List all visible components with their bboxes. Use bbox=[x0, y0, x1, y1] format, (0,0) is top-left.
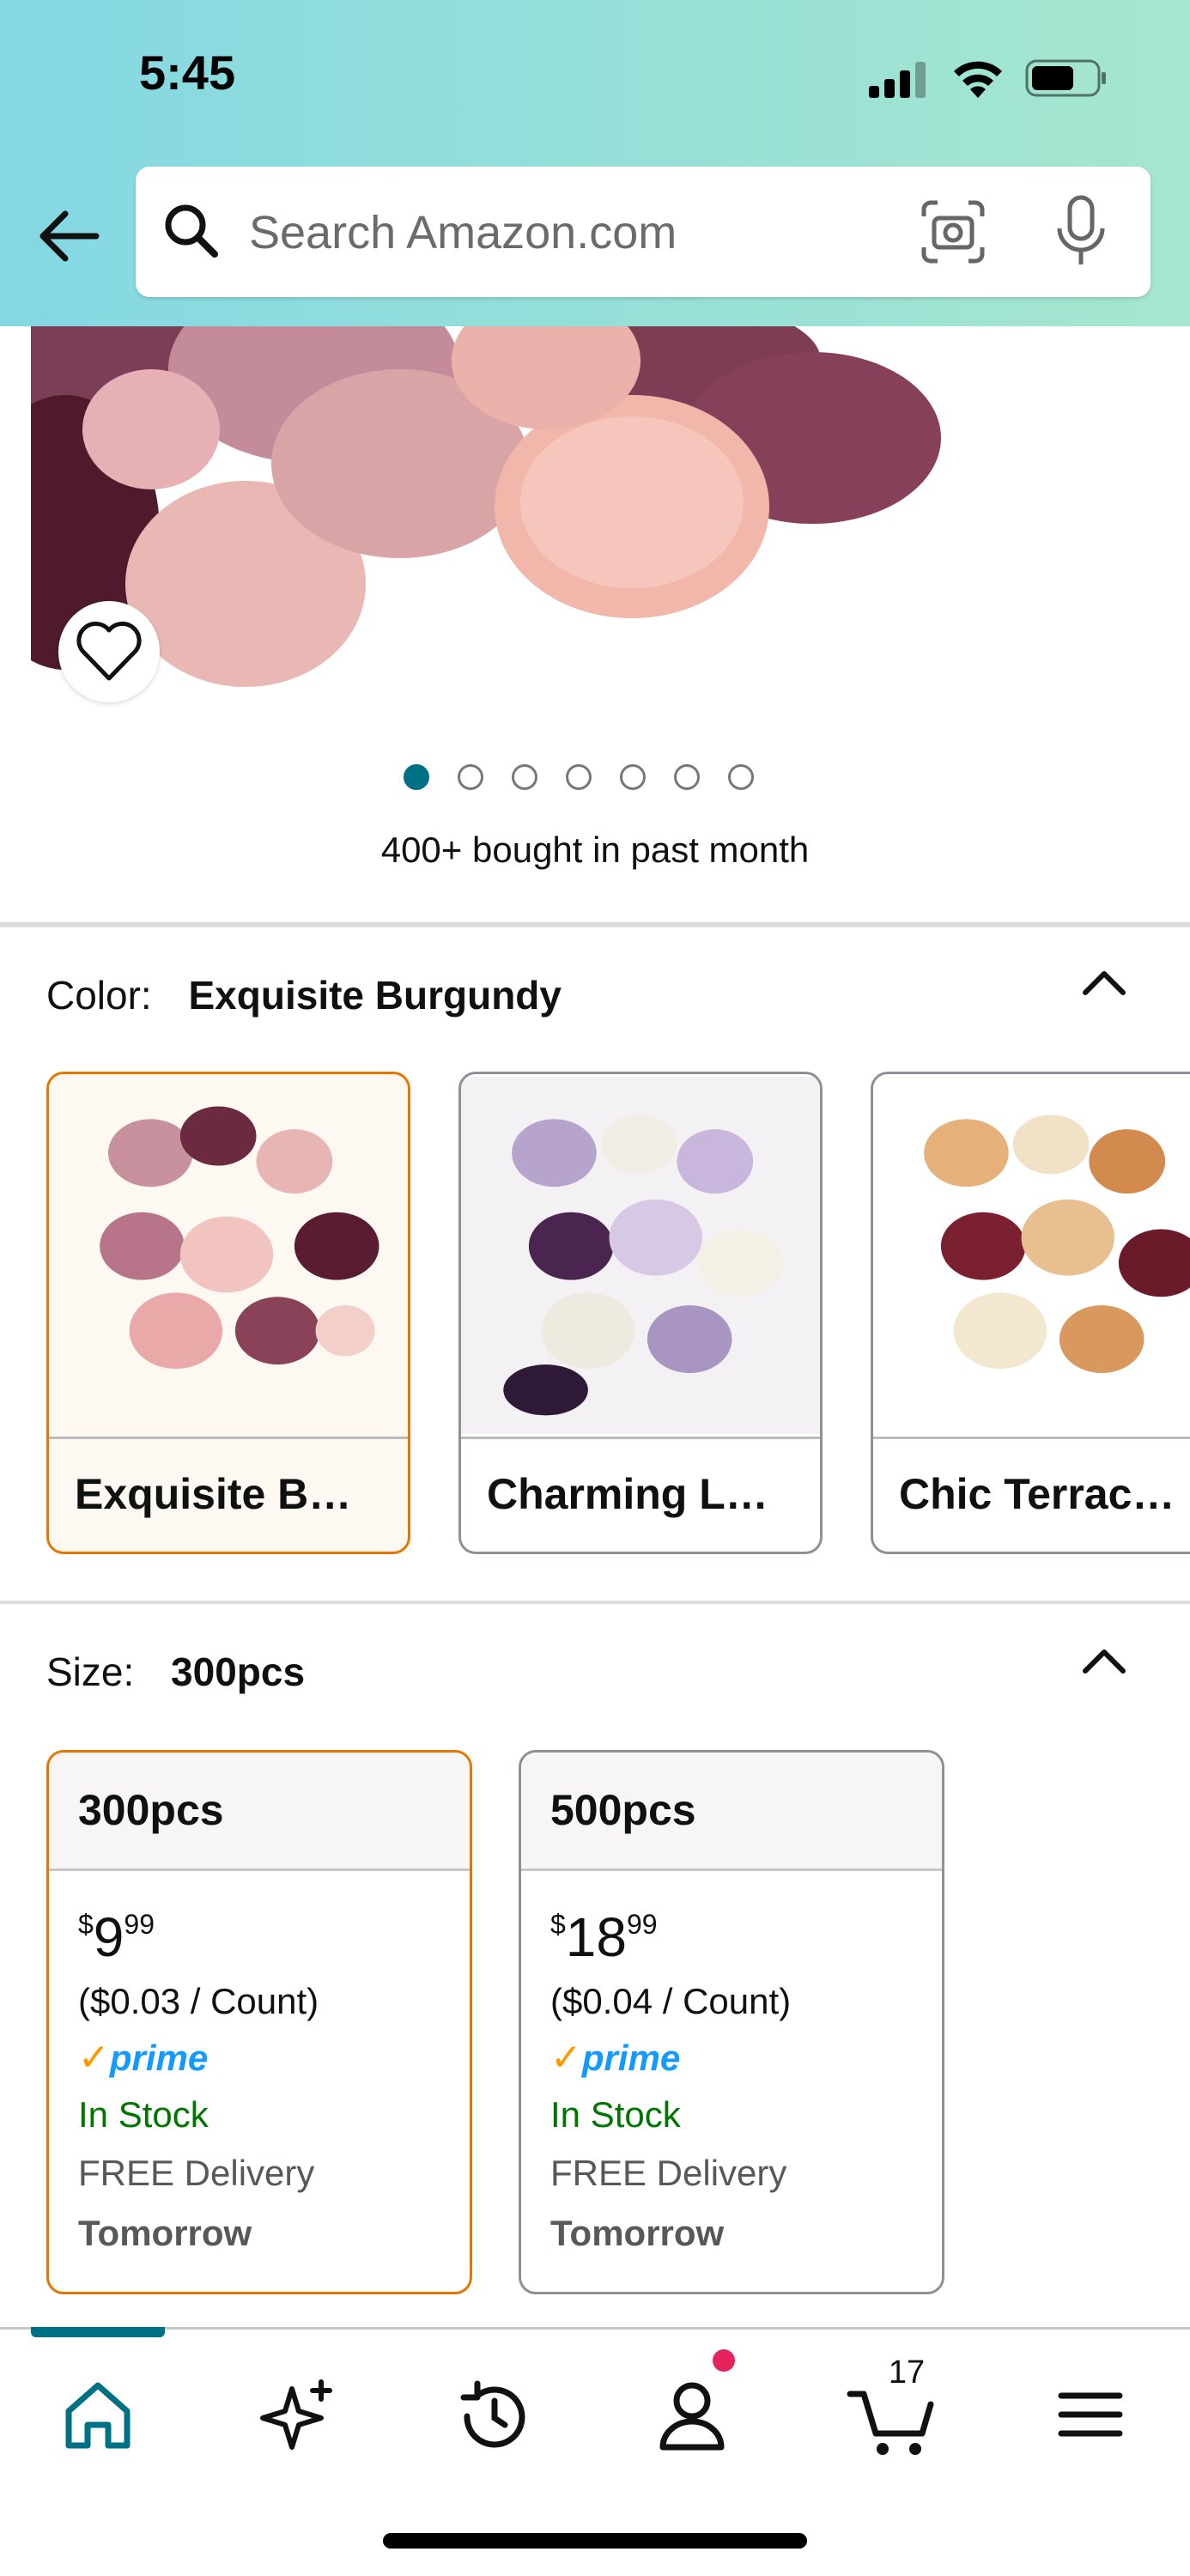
color-option-charming-lavender[interactable]: Charming L… bbox=[458, 1072, 823, 1554]
price: $999 bbox=[78, 1905, 155, 1969]
delivery-text: FREE Delivery bbox=[550, 2153, 787, 2193]
carousel-dot[interactable] bbox=[458, 764, 483, 790]
carousel-dot[interactable] bbox=[620, 764, 646, 790]
image-carousel-dots bbox=[404, 764, 754, 799]
microphone-icon[interactable] bbox=[1051, 194, 1111, 270]
price-whole: 9 bbox=[93, 1906, 124, 1968]
prime-check-icon: ✓ bbox=[78, 2037, 110, 2079]
price-symbol: $ bbox=[78, 1909, 94, 1940]
search-bar[interactable] bbox=[136, 167, 1151, 297]
carousel-dot[interactable] bbox=[404, 764, 429, 790]
stock-status: In Stock bbox=[550, 2094, 681, 2135]
battery-icon bbox=[1025, 59, 1106, 97]
active-tab-indicator bbox=[31, 2327, 165, 2337]
carousel-dot[interactable] bbox=[674, 764, 700, 790]
delivery-day: Tomorrow bbox=[550, 2213, 725, 2253]
bought-in-past-month: 400+ bought in past month bbox=[380, 829, 810, 870]
size-label: Size: bbox=[46, 1649, 135, 1694]
prime-check-icon: ✓ bbox=[550, 2037, 582, 2079]
swatch-image bbox=[461, 1076, 820, 1435]
price-fraction: 99 bbox=[124, 1909, 155, 1940]
swatch-image bbox=[49, 1076, 408, 1435]
cellular-signal-icon bbox=[869, 62, 926, 98]
size-option-name: 300pcs bbox=[78, 1786, 224, 1834]
back-arrow-icon[interactable] bbox=[34, 206, 103, 266]
unit-price: ($0.04 / Count) bbox=[550, 1981, 792, 2021]
carousel-dot[interactable] bbox=[566, 764, 592, 790]
camera-lens-icon[interactable] bbox=[919, 197, 987, 266]
color-selected-value: Exquisite Burgundy bbox=[188, 973, 562, 1018]
color-option-chic-terracotta[interactable]: Chic Terrac… bbox=[871, 1072, 1190, 1554]
status-time: 5:45 bbox=[139, 46, 236, 100]
chevron-up-icon[interactable] bbox=[1078, 1643, 1130, 1678]
color-option-exquisite-burgundy[interactable]: Exquisite B… bbox=[46, 1072, 410, 1554]
price: $1899 bbox=[550, 1905, 658, 1969]
section-divider bbox=[0, 1601, 1190, 1604]
size-option-500pcs[interactable]: 500pcs $1899 ($0.04 / Count) ✓prime In S… bbox=[519, 1750, 944, 2294]
delivery-text: FREE Delivery bbox=[78, 2153, 315, 2193]
search-icon bbox=[165, 204, 218, 258]
wifi-icon bbox=[954, 61, 1002, 98]
rufus-sparkle-icon[interactable] bbox=[244, 2363, 347, 2466]
size-section-header[interactable]: Size: 300pcs bbox=[46, 1649, 305, 1695]
card-separator bbox=[873, 1437, 1190, 1439]
size-option-header: 500pcs bbox=[521, 1753, 942, 1871]
color-option-name: Exquisite B… bbox=[75, 1470, 352, 1518]
section-divider bbox=[0, 922, 1190, 927]
menu-icon[interactable] bbox=[1039, 2363, 1142, 2466]
notification-dot bbox=[713, 2349, 735, 2372]
home-indicator bbox=[383, 2533, 807, 2549]
favorite-heart-icon[interactable] bbox=[58, 601, 160, 702]
card-separator bbox=[49, 1437, 408, 1439]
size-option-header: 300pcs bbox=[49, 1753, 470, 1871]
price-fraction: 99 bbox=[626, 1909, 658, 1940]
home-icon[interactable] bbox=[46, 2363, 149, 2466]
prime-logo-text: prime bbox=[109, 2038, 209, 2078]
account-icon[interactable] bbox=[641, 2363, 744, 2466]
color-option-name: Charming L… bbox=[487, 1470, 768, 1518]
chevron-up-icon[interactable] bbox=[1078, 965, 1130, 999]
prime-logo-text: prime bbox=[581, 2038, 681, 2078]
card-separator bbox=[461, 1437, 820, 1439]
size-selected-value: 300pcs bbox=[171, 1649, 306, 1694]
history-icon[interactable] bbox=[443, 2363, 546, 2466]
delivery-day: Tomorrow bbox=[78, 2213, 252, 2253]
price-symbol: $ bbox=[550, 1909, 566, 1940]
unit-price: ($0.03 / Count) bbox=[78, 1981, 319, 2021]
price-whole: 18 bbox=[565, 1906, 627, 1968]
color-label: Color: bbox=[46, 973, 152, 1018]
carousel-dot[interactable] bbox=[728, 764, 754, 790]
color-section-header[interactable]: Color: Exquisite Burgundy bbox=[46, 972, 562, 1018]
stock-status: In Stock bbox=[78, 2094, 209, 2135]
prime-badge: ✓prime bbox=[78, 2036, 208, 2080]
cart-count: 17 bbox=[888, 2354, 926, 2391]
prime-badge: ✓prime bbox=[550, 2036, 680, 2080]
size-option-name: 500pcs bbox=[550, 1786, 696, 1834]
product-image[interactable] bbox=[31, 326, 967, 701]
size-option-300pcs[interactable]: 300pcs $999 ($0.03 / Count) ✓prime In St… bbox=[46, 1750, 472, 2294]
color-option-name: Chic Terrac… bbox=[899, 1470, 1175, 1518]
search-input[interactable] bbox=[247, 192, 1006, 273]
carousel-dot[interactable] bbox=[512, 764, 537, 790]
swatch-image bbox=[873, 1076, 1190, 1435]
